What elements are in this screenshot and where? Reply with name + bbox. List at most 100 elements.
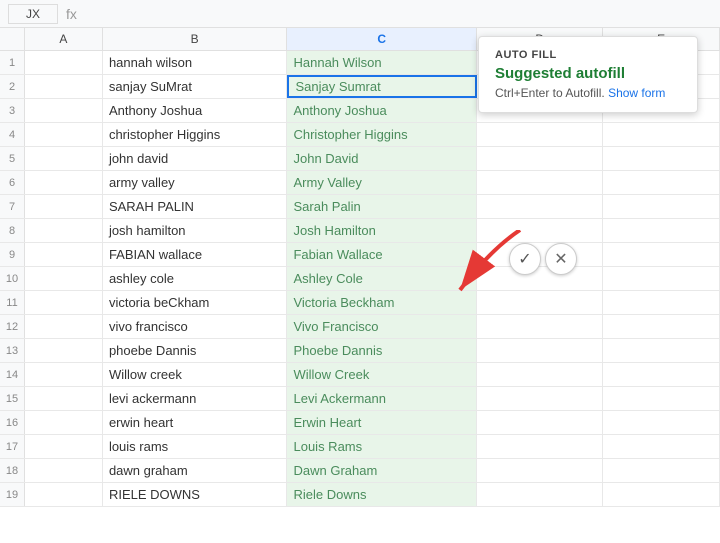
cell-e[interactable] [603,387,720,410]
cell-a[interactable] [25,195,103,218]
table-row[interactable]: 5john davidJohn David [0,147,720,171]
cell-c[interactable]: Christopher Higgins [287,123,476,146]
table-row[interactable]: 6army valleyArmy Valley [0,171,720,195]
cell-c[interactable]: Josh Hamilton [287,219,476,242]
cell-a[interactable] [25,435,103,458]
cell-c[interactable]: Hannah Wilson [287,51,476,74]
cell-b[interactable]: josh hamilton [103,219,288,242]
cell-e[interactable] [603,363,720,386]
cell-c[interactable]: Dawn Graham [287,459,476,482]
cell-e[interactable] [603,219,720,242]
cell-e[interactable] [603,243,720,266]
cell-e[interactable] [603,459,720,482]
cell-e[interactable] [603,147,720,170]
cell-a[interactable] [25,147,103,170]
cell-d[interactable] [477,123,603,146]
cell-d[interactable] [477,291,603,314]
cell-c[interactable]: Army Valley [287,171,476,194]
cell-c[interactable]: Anthony Joshua [287,99,476,122]
cell-a[interactable] [25,387,103,410]
cell-e[interactable] [603,483,720,506]
cell-b[interactable]: SARAH PALIN [103,195,288,218]
cell-d[interactable] [477,435,603,458]
cell-c[interactable]: Phoebe Dannis [287,339,476,362]
cell-e[interactable] [603,315,720,338]
cell-a[interactable] [25,123,103,146]
cell-d[interactable] [477,219,603,242]
table-row[interactable]: 14Willow creekWillow Creek [0,363,720,387]
cell-a[interactable] [25,267,103,290]
cell-b[interactable]: vivo francisco [103,315,288,338]
cell-d[interactable] [477,483,603,506]
cell-a[interactable] [25,51,103,74]
cell-e[interactable] [603,291,720,314]
cell-a[interactable] [25,315,103,338]
cell-c[interactable]: Fabian Wallace [287,243,476,266]
col-header-a[interactable]: A [25,28,103,50]
cell-e[interactable] [603,171,720,194]
cell-d[interactable] [477,171,603,194]
cell-b[interactable]: john david [103,147,288,170]
cell-d[interactable] [477,411,603,434]
table-row[interactable]: 13phoebe DannisPhoebe Dannis [0,339,720,363]
cell-a[interactable] [25,219,103,242]
cell-b[interactable]: hannah wilson [103,51,288,74]
table-row[interactable]: 15levi ackermannLevi Ackermann [0,387,720,411]
cell-b[interactable]: Anthony Joshua [103,99,288,122]
cell-b[interactable]: erwin heart [103,411,288,434]
table-row[interactable]: 8josh hamiltonJosh Hamilton [0,219,720,243]
accept-button[interactable]: ✓ [509,243,541,275]
cell-d[interactable] [477,147,603,170]
cell-c[interactable]: Levi Ackermann [287,387,476,410]
cell-d[interactable] [477,315,603,338]
cell-b[interactable]: ashley cole [103,267,288,290]
table-row[interactable]: 4christopher HigginsChristopher Higgins [0,123,720,147]
table-row[interactable]: 7SARAH PALINSarah Palin [0,195,720,219]
cell-a[interactable] [25,411,103,434]
table-row[interactable]: 9FABIAN wallaceFabian Wallace [0,243,720,267]
show-form-link[interactable]: Show form [608,86,665,100]
cell-e[interactable] [603,435,720,458]
cell-a[interactable] [25,339,103,362]
cell-e[interactable] [603,267,720,290]
cell-e[interactable] [603,339,720,362]
table-row[interactable]: 12vivo franciscoVivo Francisco [0,315,720,339]
cell-reference[interactable]: JX [8,4,58,24]
col-header-b[interactable]: B [103,28,288,50]
cell-b[interactable]: army valley [103,171,288,194]
cell-c[interactable]: Willow Creek [287,363,476,386]
table-row[interactable]: 17louis ramsLouis Rams [0,435,720,459]
cell-d[interactable] [477,339,603,362]
cell-d[interactable] [477,195,603,218]
cell-b[interactable]: levi ackermann [103,387,288,410]
table-row[interactable]: 19RIELE DOWNSRiele Downs [0,483,720,507]
cell-b[interactable]: Willow creek [103,363,288,386]
cell-e[interactable] [603,123,720,146]
table-row[interactable]: 18dawn grahamDawn Graham [0,459,720,483]
table-row[interactable]: 11victoria beCkhamVictoria Beckham [0,291,720,315]
cell-b[interactable]: RIELE DOWNS [103,483,288,506]
cell-a[interactable] [25,243,103,266]
cell-b[interactable]: phoebe Dannis [103,339,288,362]
cell-c[interactable]: John David [287,147,476,170]
cell-a[interactable] [25,483,103,506]
cell-a[interactable] [25,459,103,482]
cell-b[interactable]: FABIAN wallace [103,243,288,266]
reject-button[interactable]: ✕ [545,243,577,275]
cell-c[interactable]: Sarah Palin [287,195,476,218]
cell-a[interactable] [25,171,103,194]
cell-c[interactable]: Erwin Heart [287,411,476,434]
cell-c[interactable]: Victoria Beckham [287,291,476,314]
cell-d[interactable] [477,363,603,386]
cell-e[interactable] [603,411,720,434]
cell-c[interactable]: Riele Downs [287,483,476,506]
cell-c[interactable]: Louis Rams [287,435,476,458]
cell-c[interactable]: Vivo Francisco [287,315,476,338]
cell-b[interactable]: dawn graham [103,459,288,482]
cell-b[interactable]: sanjay SuMrat [103,75,288,98]
col-header-c[interactable]: C [287,28,477,50]
cell-b[interactable]: victoria beCkham [103,291,288,314]
cell-d[interactable] [477,387,603,410]
cell-a[interactable] [25,75,103,98]
table-row[interactable]: 10ashley coleAshley Cole [0,267,720,291]
